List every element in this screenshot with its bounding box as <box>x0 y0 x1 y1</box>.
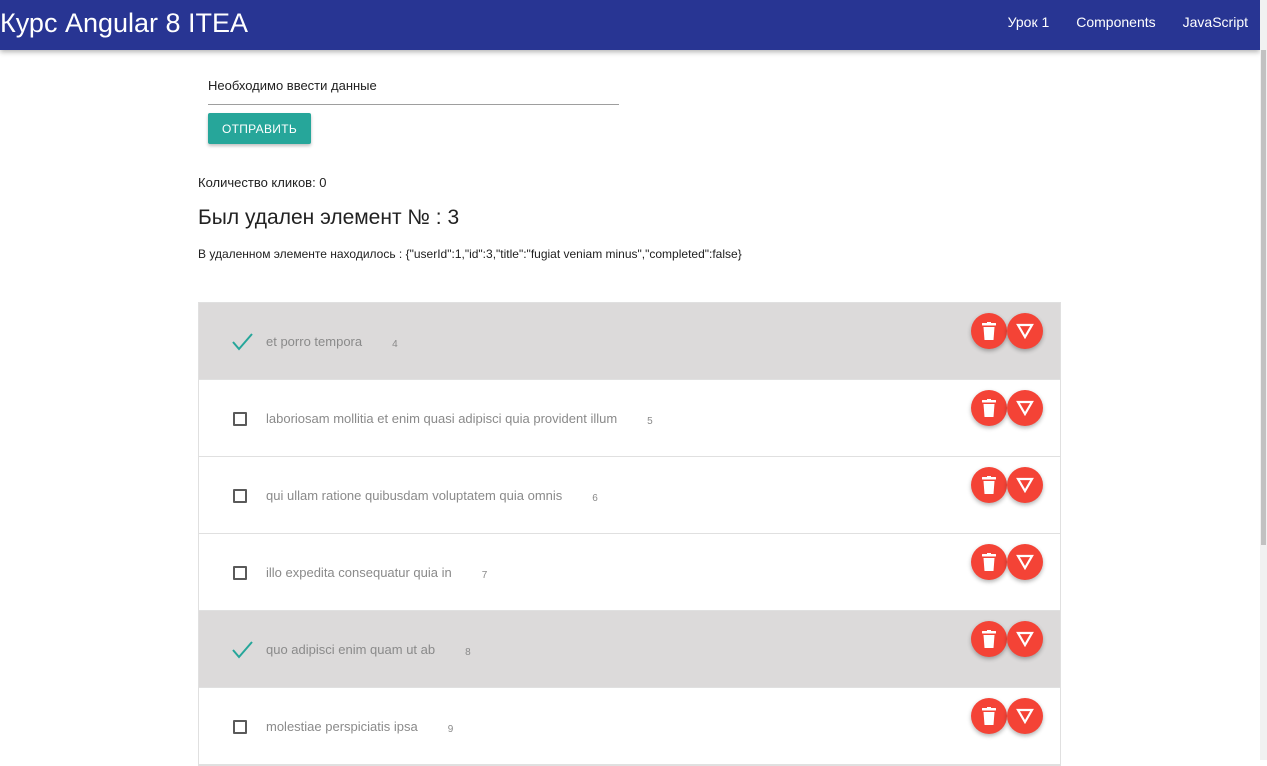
todo-item: et porro tempora 4 <box>199 303 1060 380</box>
todo-item: illo expedita consequatur quia in 7 <box>199 534 1060 611</box>
todo-item: laboriosam mollitia et enim quasi adipis… <box>199 380 1060 457</box>
todo-title-text: et porro tempora <box>266 334 363 349</box>
todo-title: molestiae perspiciatis ipsa 9 <box>266 719 454 735</box>
toggle-button[interactable] <box>1007 313 1043 349</box>
todo-id: 8 <box>465 647 471 658</box>
todo-title: laboriosam mollitia et enim quasi adipis… <box>266 411 653 427</box>
delete-button[interactable] <box>971 621 1007 657</box>
nav-link-javascript[interactable]: JavaScript <box>1183 14 1248 30</box>
todo-title: et porro tempora 4 <box>266 334 398 350</box>
trash-icon <box>982 553 996 571</box>
trash-icon <box>982 476 996 494</box>
todo-id: 4 <box>392 339 398 350</box>
delete-button[interactable] <box>971 390 1007 426</box>
page-scrollbar[interactable] <box>1260 0 1267 760</box>
triangle-down-icon <box>1016 400 1034 416</box>
delete-button[interactable] <box>971 313 1007 349</box>
delete-button[interactable] <box>971 544 1007 580</box>
checkbox-icon[interactable] <box>233 566 247 580</box>
todo-id: 5 <box>647 416 653 427</box>
trash-icon <box>982 399 996 417</box>
checkbox-icon[interactable] <box>233 412 247 426</box>
todo-title: qui ullam ratione quibusdam voluptatem q… <box>266 488 598 504</box>
trash-icon <box>982 630 996 648</box>
toggle-button[interactable] <box>1007 390 1043 426</box>
todo-item: qui ullam ratione quibusdam voluptatem q… <box>199 457 1060 534</box>
todo-title: illo expedita consequatur quia in 7 <box>266 565 488 581</box>
todo-title: quo adipisci enim quam ut ab 8 <box>266 642 471 658</box>
toggle-button[interactable] <box>1007 621 1043 657</box>
triangle-down-icon <box>1016 323 1034 339</box>
delete-button[interactable] <box>971 698 1007 734</box>
todo-title-text: quo adipisci enim quam ut ab <box>266 642 436 657</box>
nav-links: Урок 1 Components JavaScript <box>981 0 1248 44</box>
todo-item: molestiae perspiciatis ipsa 9 <box>199 688 1060 765</box>
checkbox-icon[interactable] <box>233 489 247 503</box>
delete-button[interactable] <box>971 467 1007 503</box>
triangle-down-icon <box>1016 708 1034 724</box>
toggle-button[interactable] <box>1007 544 1043 580</box>
todo-id: 7 <box>481 570 488 581</box>
data-input-wrapper <box>208 70 619 105</box>
todo-title-text: laboriosam mollitia et enim quasi adipis… <box>266 411 618 426</box>
trash-icon <box>982 322 996 340</box>
todo-id: 6 <box>592 493 598 504</box>
todo-title-text: illo expedita consequatur quia in <box>266 565 452 580</box>
nav-link-components[interactable]: Components <box>1076 14 1155 30</box>
todo-id: 9 <box>447 724 454 735</box>
triangle-down-icon <box>1016 477 1034 493</box>
todo-item: quo adipisci enim quam ut ab 8 <box>199 611 1060 688</box>
toggle-button[interactable] <box>1007 467 1043 503</box>
deleted-element-heading: Был удален элемент № : 3 <box>198 206 460 229</box>
todo-list: et porro tempora 4 laboriosam mollitia et … <box>198 302 1061 766</box>
data-input[interactable] <box>208 70 619 100</box>
click-counter: Количество кликов: 0 <box>198 175 327 190</box>
deleted-element-info: В удаленном элементе находилось : {"user… <box>198 247 742 261</box>
top-navbar: Курс Angular 8 ITEA Урок 1 Components Ja… <box>0 0 1260 50</box>
check-icon[interactable] <box>229 329 255 355</box>
toggle-button[interactable] <box>1007 698 1043 734</box>
triangle-down-icon <box>1016 631 1034 647</box>
triangle-down-icon <box>1016 554 1034 570</box>
scrollbar-thumb[interactable] <box>1261 50 1266 545</box>
nav-link-lesson-1[interactable]: Урок 1 <box>1008 14 1050 30</box>
app-title[interactable]: Курс Angular 8 ITEA <box>0 7 248 39</box>
trash-icon <box>982 707 996 725</box>
todo-title-text: molestiae perspiciatis ipsa <box>266 719 418 734</box>
submit-button[interactable]: ОТПРАВИТЬ <box>208 113 311 144</box>
check-icon[interactable] <box>229 637 255 663</box>
todo-title-text: qui ullam ratione quibusdam voluptatem q… <box>266 488 563 503</box>
checkbox-icon[interactable] <box>233 720 247 734</box>
